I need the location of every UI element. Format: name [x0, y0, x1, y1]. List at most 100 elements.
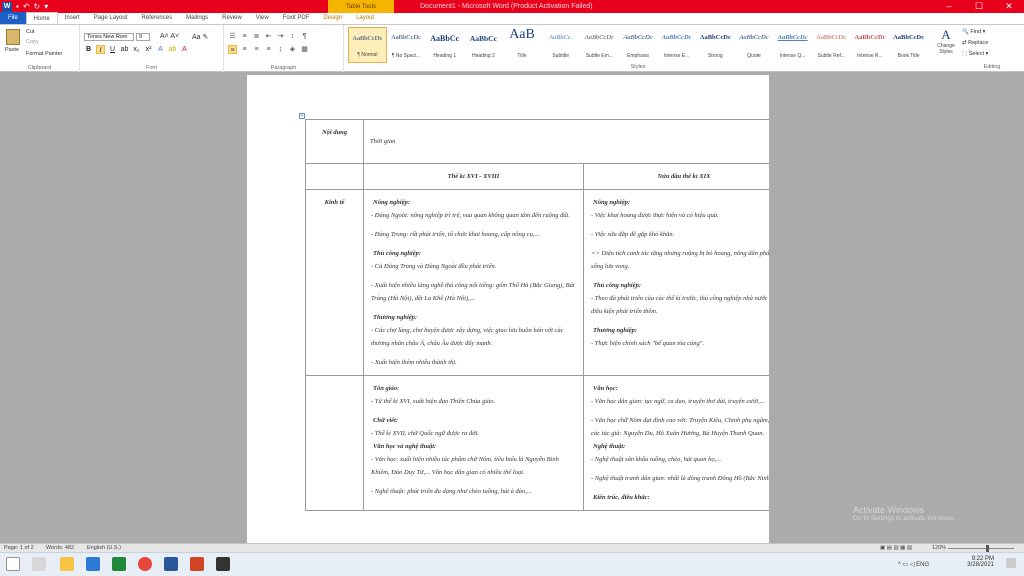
format-painter-button[interactable]: Format Painter	[26, 51, 62, 57]
show-formatting-icon[interactable]: ¶	[300, 32, 309, 41]
word-taskbar-icon[interactable]	[164, 557, 178, 571]
zoom-level[interactable]: 120%	[932, 545, 946, 551]
style-intense-quote[interactable]: AaBbCcDc Intense Q...	[773, 27, 812, 63]
subscript-button[interactable]: x₂	[132, 45, 141, 54]
align-center-icon[interactable]: ≡	[240, 45, 249, 54]
culture-period-2-cell[interactable]: Văn học: - Văn học dân gian: tục ngữ, ca…	[583, 375, 769, 511]
tab-foxit-pdf[interactable]: Foxit PDF	[276, 12, 317, 24]
tab-review[interactable]: Review	[215, 12, 249, 24]
word-logo-icon[interactable]: W	[2, 1, 12, 12]
style-intense-emphasis[interactable]: AaBbCcDc Intense E...	[657, 27, 696, 63]
economy-period-1-cell[interactable]: Nông nghiệp: - Đàng Ngoài: nông nghiệp t…	[363, 189, 584, 376]
empty-cell[interactable]	[305, 163, 364, 190]
economy-period-2-cell[interactable]: Nông nghiệp: - Việc khai hoang được thực…	[583, 189, 769, 376]
tab-mailings[interactable]: Mailings	[179, 12, 215, 24]
notifications-icon[interactable]	[1006, 558, 1016, 568]
replace-button[interactable]: ⇄ Replace	[962, 38, 1022, 49]
minimize-button[interactable]: –	[934, 0, 964, 13]
bold-button[interactable]: B	[84, 45, 93, 54]
change-case-icon[interactable]: Aa ✎	[192, 33, 208, 41]
zoom-slider-handle[interactable]	[986, 545, 989, 552]
italic-button[interactable]: I	[96, 45, 105, 54]
multilevel-list-icon[interactable]: ≣	[252, 32, 261, 41]
increase-indent-icon[interactable]: ⇥	[276, 32, 285, 41]
grow-font-icon[interactable]: A˄ A˅	[160, 33, 179, 40]
start-icon[interactable]	[6, 557, 20, 571]
tab-page-layout[interactable]: Page Layout	[87, 12, 135, 24]
style-subtle-emphasis[interactable]: AaBbCcDc Subtle Em...	[580, 27, 619, 63]
align-left-icon[interactable]: ≡	[228, 45, 237, 54]
style-normal[interactable]: AaBbCcDc ¶ Normal	[348, 27, 387, 63]
document-page[interactable]: + Nội dung Thời gian Thế kỉ XVI - XVIII …	[247, 75, 769, 543]
paste-icon[interactable]	[6, 29, 20, 45]
font-color-icon[interactable]: A	[180, 45, 189, 54]
style-quote[interactable]: AaBbCcDc Quote	[735, 27, 774, 63]
culture-label-cell[interactable]	[305, 375, 364, 511]
view-buttons-icon[interactable]: ▣ ▤ ▥ ▦ ▧	[880, 545, 912, 551]
borders-icon[interactable]: ▦	[300, 45, 309, 54]
style-book-title[interactable]: AaBbCcDc Book Title	[889, 27, 928, 63]
select-button[interactable]: ⬚ Select ▾	[962, 49, 1022, 60]
culture-period-1-cell[interactable]: Tôn giáo: - Từ thế kỉ XVI, xuất hiện đạo…	[363, 375, 584, 511]
align-right-icon[interactable]: ≡	[252, 45, 261, 54]
find-button[interactable]: 🔍 Find ▾	[962, 27, 1022, 38]
tab-references[interactable]: References	[134, 12, 179, 24]
header-time-cell[interactable]: Thời gian	[363, 119, 769, 164]
zoom-slider[interactable]	[948, 548, 1014, 549]
decrease-indent-icon[interactable]: ⇤	[264, 32, 273, 41]
style-heading-1[interactable]: AaBbCc Heading 1	[425, 27, 464, 63]
tab-layout[interactable]: Layout	[349, 12, 381, 24]
period-2-header[interactable]: Nửa đầu thế kỉ XIX	[583, 163, 769, 190]
cut-button[interactable]: Cut	[26, 29, 35, 35]
app-icon[interactable]	[216, 557, 230, 571]
style-strong[interactable]: AaBbCcDc Strong	[696, 27, 735, 63]
mail-icon[interactable]	[86, 557, 100, 571]
economy-label-cell[interactable]: Kinh tế	[305, 189, 364, 376]
style-intense-reference[interactable]: AaBbCcDc Intense R...	[851, 27, 890, 63]
maximize-button[interactable]: ☐	[964, 0, 994, 13]
history-table[interactable]: Nội dung Thời gian Thế kỉ XVI - XVIII Nử…	[305, 119, 769, 511]
close-button[interactable]: ✕	[994, 0, 1024, 13]
superscript-button[interactable]: x²	[144, 45, 153, 54]
tab-view[interactable]: View	[249, 12, 276, 24]
underline-button[interactable]: U	[108, 45, 117, 54]
chrome-icon[interactable]	[138, 557, 152, 571]
language-status[interactable]: English (U.S.)	[87, 545, 121, 551]
powerpoint-icon[interactable]	[190, 557, 204, 571]
style-heading-2[interactable]: AaBbCc Heading 2	[464, 27, 503, 63]
tab-design[interactable]: Design	[316, 12, 349, 24]
clipboard-group: Paste Cut Copy Format Painter Clipboard	[0, 25, 80, 72]
word-count-status[interactable]: Words: 482	[46, 545, 74, 551]
page-count-status[interactable]: Page: 1 of 2	[4, 545, 34, 551]
style-subtle-reference[interactable]: AaBbCcDc Subtle Ref...	[812, 27, 851, 63]
header-content-cell[interactable]: Nội dung	[305, 119, 364, 164]
input-language[interactable]: ENG	[916, 562, 929, 568]
numbering-icon[interactable]: ≡	[240, 32, 249, 41]
style-emphasis[interactable]: AaBbCcDc Emphasis	[619, 27, 658, 63]
line-spacing-icon[interactable]: ↨	[276, 45, 285, 54]
shading-icon[interactable]: ◈	[288, 45, 297, 54]
paste-button[interactable]: Paste	[5, 47, 19, 53]
copy-button[interactable]: Copy	[26, 39, 39, 45]
font-name-dropdown[interactable]: Times New Rom	[84, 33, 134, 41]
tab-file[interactable]: File	[0, 12, 26, 24]
style-subtitle[interactable]: AaBbCc. Subtitle	[541, 27, 580, 63]
bullets-icon[interactable]: ☰	[228, 32, 237, 41]
font-size-dropdown[interactable]: 9	[136, 33, 150, 41]
highlight-icon[interactable]: ab	[168, 45, 177, 54]
search-icon[interactable]	[32, 557, 46, 571]
text-effects-icon[interactable]: A	[156, 45, 165, 54]
period-1-header[interactable]: Thế kỉ XVI - XVIII	[363, 163, 584, 190]
tab-home[interactable]: Home	[25, 12, 58, 24]
change-styles-button[interactable]: A Change Styles	[932, 27, 960, 63]
sort-icon[interactable]: ↕	[288, 32, 297, 41]
clock[interactable]: 9:22 PM 3/28/2021	[967, 556, 994, 568]
style-title[interactable]: AaB Title	[503, 27, 542, 63]
system-tray-icons[interactable]: ^ ▭ ◁ ENG	[898, 561, 929, 568]
tab-insert[interactable]: Insert	[58, 12, 87, 24]
style-no-spacing[interactable]: AaBbCcDc ¶ No Spaci...	[387, 27, 426, 63]
excel-icon[interactable]	[112, 557, 126, 571]
justify-icon[interactable]: ≡	[264, 45, 273, 54]
file-explorer-icon[interactable]	[60, 557, 74, 571]
strikethrough-button[interactable]: ab	[120, 45, 129, 54]
